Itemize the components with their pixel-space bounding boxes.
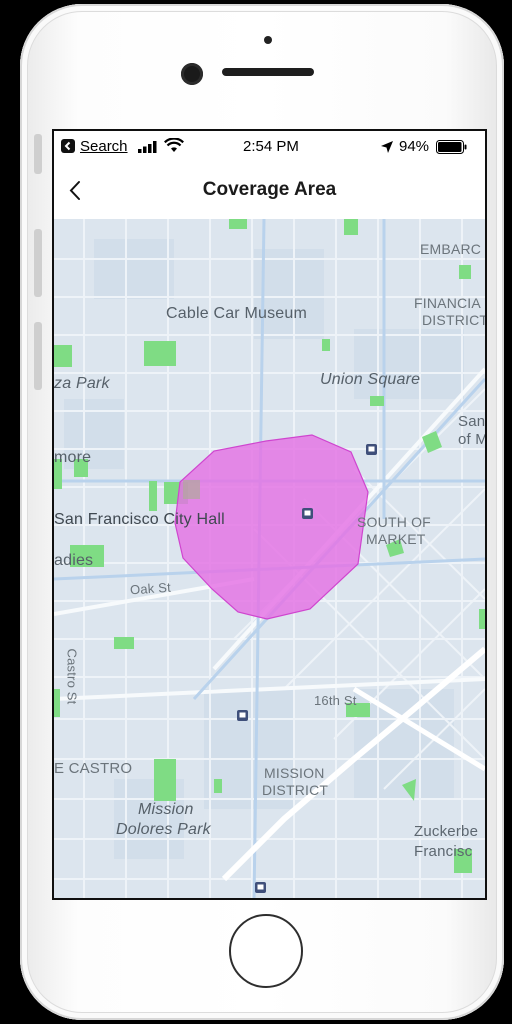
map-label-16th-st: 16th St (314, 693, 357, 708)
earpiece-speaker (222, 68, 314, 76)
map-label-mission-district-2: DISTRICT (262, 782, 329, 798)
battery-percent: 94% (399, 138, 430, 155)
map-label-plaza-park: za Park (54, 375, 110, 392)
map-label-union-square: Union Square (320, 371, 421, 388)
map-label-south-of-market: SOUTH OF (357, 514, 431, 530)
transit-station-icon[interactable] (366, 442, 377, 460)
transit-station-icon[interactable] (302, 506, 313, 524)
map-label-mission-dolores-park-2: Dolores Park (116, 821, 211, 838)
map-label-cable-car-museum: Cable Car Museum (166, 305, 308, 322)
map-label-ladies: adies (54, 552, 94, 569)
map-label-fillmore: more (54, 449, 92, 466)
map-label-zuckerberg: Zuckerbe (414, 823, 479, 840)
map-label-the-castro: E CASTRO (54, 760, 133, 777)
map-label-mission-district: MISSION (264, 765, 325, 781)
back-to-app-link[interactable]: Search (80, 138, 128, 156)
map-label-south-of-market-2: MARKET (366, 531, 426, 547)
volume-up-button (34, 229, 42, 297)
phone-screen: Search 2:54 PM 94% Coverage Area EMBARC … (52, 129, 487, 900)
page-title: Coverage Area (202, 179, 337, 200)
coverage-map[interactable]: EMBARC FINANCIA DISTRICT Cable Car Museu… (54, 219, 487, 898)
wifi-icon (164, 137, 184, 158)
map-label-san-2: of M (458, 431, 487, 448)
mute-switch (34, 134, 42, 174)
map-label-embarcadero: EMBARC (420, 241, 482, 257)
map-label-financial: FINANCIA (414, 295, 481, 311)
transit-station-icon[interactable] (237, 708, 248, 726)
home-button[interactable] (229, 914, 303, 988)
map-label-oak-st: Oak St (129, 579, 172, 598)
transit-station-icon[interactable] (255, 880, 266, 898)
map-label-castro-st: Castro St (64, 648, 80, 705)
map-label-mission-dolores-park: Mission (138, 801, 194, 818)
status-bar: Search 2:54 PM 94% (54, 131, 485, 163)
status-time: 2:54 PM (243, 138, 299, 155)
volume-down-button (34, 322, 42, 390)
back-app-icon[interactable] (61, 139, 75, 158)
map-label-san: San (458, 413, 486, 430)
nav-bar: Coverage Area (54, 163, 485, 220)
front-camera (181, 63, 203, 85)
battery-icon (436, 140, 468, 159)
signal-icon (138, 140, 160, 158)
location-arrow-icon (381, 140, 393, 158)
map-label-financial-2: DISTRICT (422, 312, 487, 328)
map-label-zuckerberg-2: Francisc (414, 843, 473, 860)
map-label-city-hall: San Francisco City Hall (54, 511, 225, 528)
proximity-sensor (264, 36, 272, 44)
